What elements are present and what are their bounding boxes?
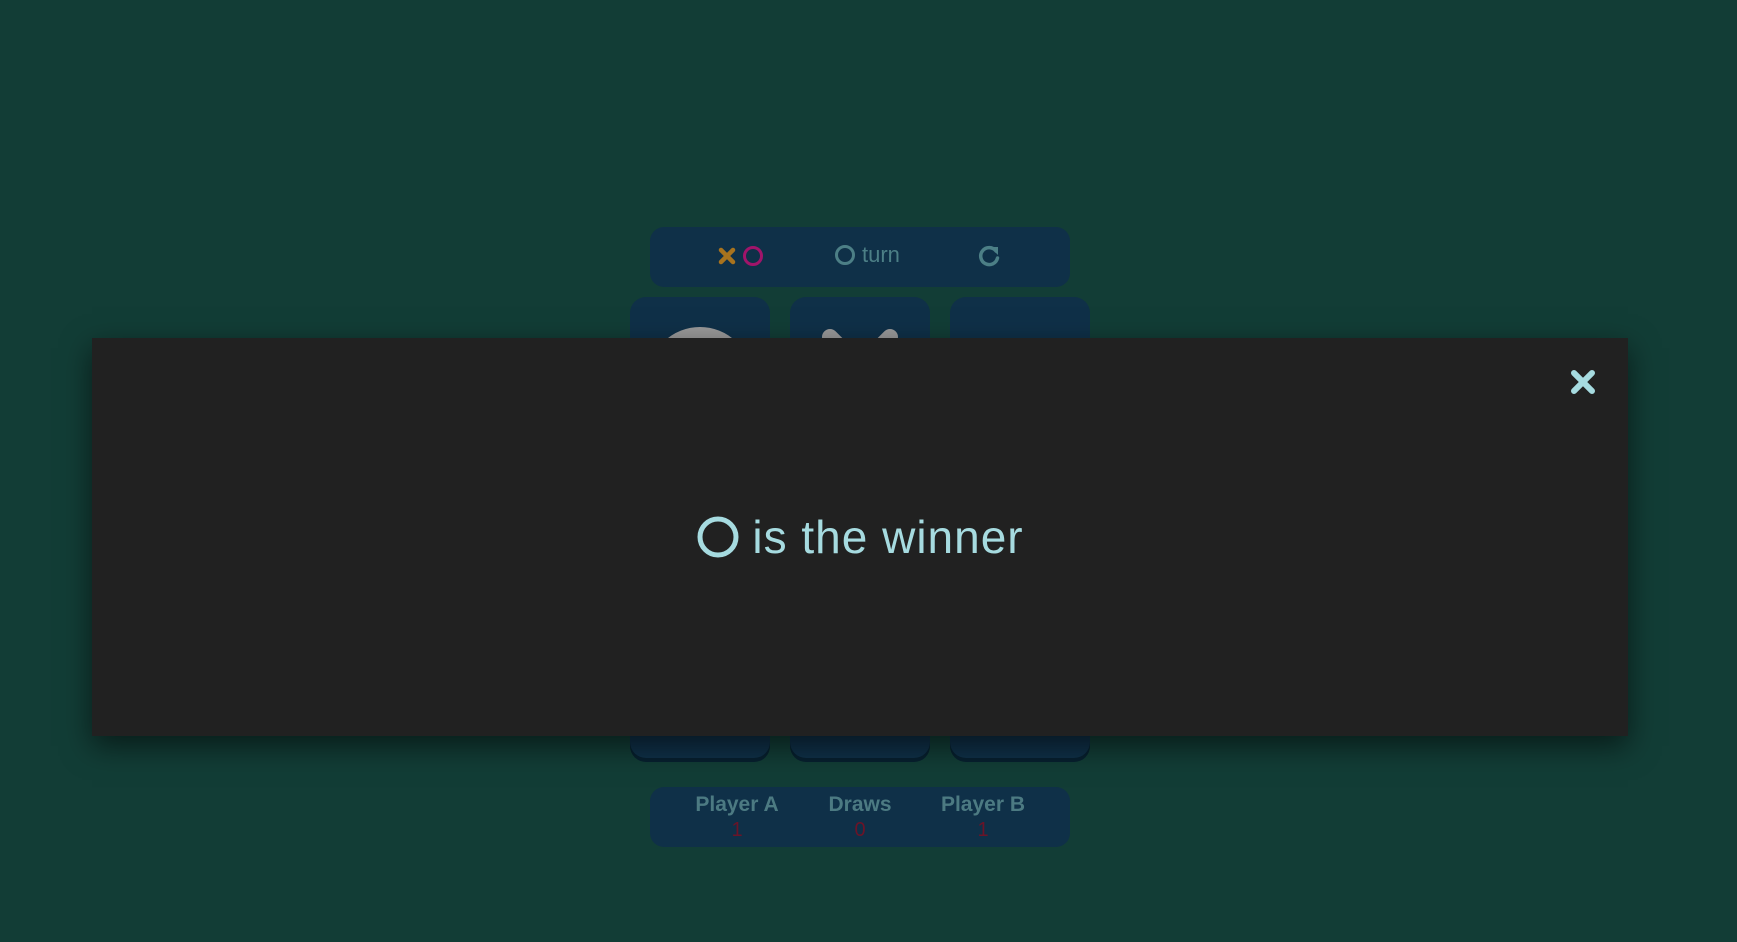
score-value: 1 (731, 819, 743, 841)
close-icon (1571, 370, 1595, 394)
turn-indicator: turn (834, 242, 900, 268)
score-player-b: Player B 1 (928, 793, 1038, 842)
game-logo (718, 245, 764, 267)
score-draws: Draws 0 (805, 793, 915, 842)
score-value: 1 (977, 819, 989, 841)
score-label: Draws (828, 793, 892, 816)
restart-button[interactable] (976, 243, 1002, 269)
winner-message: is the winner (92, 510, 1628, 564)
restart-icon (978, 245, 1000, 267)
scoreboard: Player A 1 Draws 0 Player B 1 (650, 787, 1070, 847)
score-label: Player A (695, 793, 779, 816)
x-mark-icon (718, 247, 736, 265)
o-mark-icon (697, 516, 739, 558)
game-header: turn (650, 227, 1070, 287)
score-value: 0 (854, 819, 866, 841)
winner-text: is the winner (752, 511, 1024, 563)
o-mark-icon (835, 245, 855, 265)
close-button[interactable] (1568, 367, 1598, 397)
game-screen: turn Player A 1 Draws 0 Player B 1 is th… (0, 0, 1737, 942)
turn-label: turn (862, 242, 900, 267)
winner-modal: is the winner (92, 338, 1628, 736)
score-player-a: Player A 1 (682, 793, 792, 842)
o-mark-icon (743, 246, 763, 266)
score-label: Player B (940, 793, 1026, 816)
